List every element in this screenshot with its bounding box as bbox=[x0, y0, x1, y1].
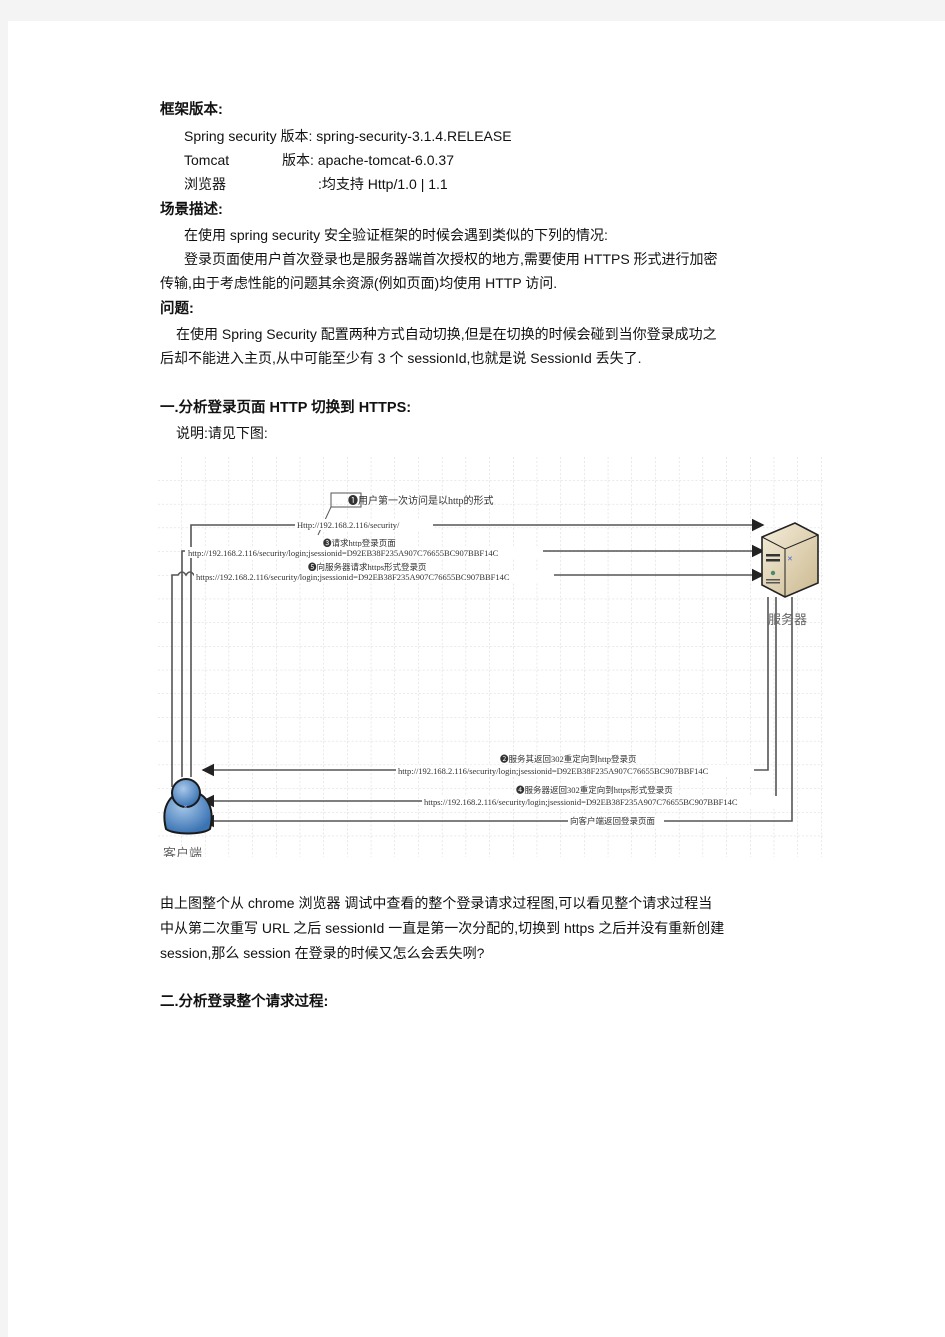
svg-text:✕: ✕ bbox=[183, 805, 188, 811]
framework-row-spring: Spring security 版本: spring-security-3.1.… bbox=[184, 126, 512, 146]
step5-caption: ❺向服务器请求https形式登录页 bbox=[308, 562, 427, 572]
framework-label: :均支持 bbox=[318, 176, 364, 192]
framework-value: spring-security-3.1.4.RELEASE bbox=[316, 128, 512, 144]
section2-heading: 二.分析登录整个请求过程: bbox=[160, 994, 329, 1010]
step2-caption: ❷服务其返回302重定向到http登录页 bbox=[500, 754, 637, 764]
step5-url: https://192.168.2.116/security/login;jse… bbox=[196, 572, 510, 582]
framework-value: Http/1.0 | 1.1 bbox=[367, 176, 448, 192]
framework-row-tomcat: Tomcat 版本: apache-tomcat-6.0.37 bbox=[184, 150, 454, 170]
login-page-caption: 向客户端返回登录页面 bbox=[570, 816, 656, 826]
problem-heading: 问题: bbox=[160, 301, 194, 317]
analysis-line2: 中从第二次重写 URL 之后 sessionId 一直是第一次分配的,切换到 h… bbox=[160, 920, 725, 936]
framework-row-browser: 浏览器 :均支持 Http/1.0 | 1.1 bbox=[184, 174, 448, 194]
step2-url: http://192.168.2.116/security/login;jses… bbox=[398, 766, 709, 776]
scenario-para2-line2: 传输,由于考虑性能的问题其余资源(例如页面)均使用 HTTP 访问. bbox=[160, 275, 558, 291]
framework-value: apache-tomcat-6.0.37 bbox=[317, 152, 454, 168]
framework-name: Spring security bbox=[184, 128, 277, 144]
framework-label: 版本: bbox=[280, 128, 313, 144]
scenario-para2-line1: 登录页面使用户首次登录也是服务器端首次授权的地方,需要使用 HTTPS 形式进行… bbox=[184, 251, 718, 267]
problem-line2: 后却不能进入主页,从中可能至少有 3 个 sessionId,也就是说 Sess… bbox=[160, 350, 642, 366]
step4-caption: ❹服务器返回302重定向到https形式登录页 bbox=[516, 785, 673, 795]
login-flow-diagram: ❶用户第一次访问是以http的形式 Http://192.168.2.116/s… bbox=[158, 457, 823, 857]
section1-heading: 一.分析登录页面 HTTP 切换到 HTTPS: bbox=[160, 400, 412, 416]
server-label: 服务器 bbox=[768, 612, 807, 627]
framework-name: Tomcat bbox=[184, 152, 230, 168]
document-page: 框架版本: Spring security 版本: spring-securit… bbox=[8, 21, 945, 1337]
step4-url: https://192.168.2.116/security/login;jse… bbox=[424, 797, 738, 807]
scenario-para1: 在使用 spring security 安全验证框架的时候会遇到类似的下列的情况… bbox=[184, 227, 608, 243]
step1-url: Http://192.168.2.116/security/ bbox=[297, 520, 400, 530]
step3-url: http://192.168.2.116/security/login;jses… bbox=[188, 548, 499, 558]
svg-text:✕: ✕ bbox=[787, 556, 793, 563]
scenario-heading: 场景描述: bbox=[160, 202, 223, 218]
step1-caption: ❶用户第一次访问是以http的形式 bbox=[348, 494, 494, 507]
framework-heading: 框架版本: bbox=[160, 102, 223, 118]
step3-caption: ❸请求http登录页面 bbox=[323, 538, 396, 548]
client-label: 客户端 bbox=[163, 846, 202, 857]
analysis-line1: 由上图整个从 chrome 浏览器 调试中查看的整个登录请求过程图,可以看见整个… bbox=[160, 895, 713, 911]
analysis-line3: session,那么 session 在登录的时候又怎么会丢失咧? bbox=[160, 945, 485, 961]
problem-line1: 在使用 Spring Security 配置两种方式自动切换,但是在切换的时候会… bbox=[176, 326, 717, 342]
framework-label: 版本: bbox=[282, 152, 314, 168]
section1-note: 说明:请见下图: bbox=[176, 425, 268, 441]
server-icon: ✕ bbox=[761, 522, 819, 598]
framework-name: 浏览器 bbox=[184, 176, 226, 192]
